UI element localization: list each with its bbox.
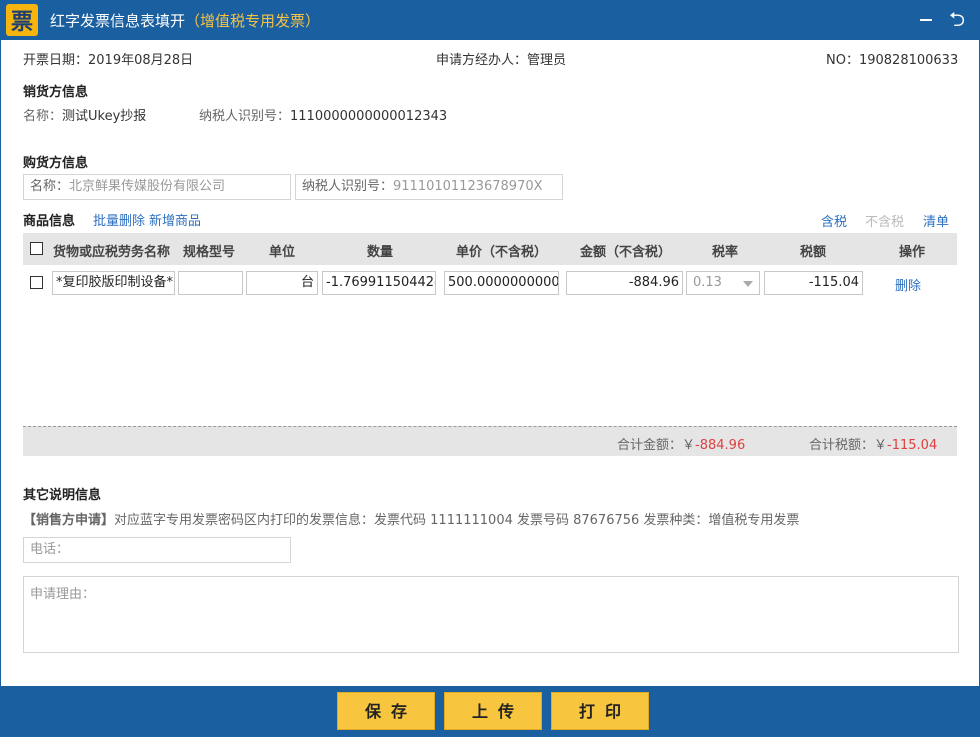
seller-name: 名称：测试Ukey抄报	[23, 105, 146, 124]
invoice-number: NO：190828100633	[826, 49, 958, 68]
window-title-main: 红字发票信息表填开	[50, 12, 186, 30]
application-note: 【销售方申请】对应蓝字专用发票密码区内打印的发票信息：发票代码 11111110…	[23, 509, 799, 528]
window-title: 红字发票信息表填开（增值税专用发票）	[50, 10, 320, 31]
tax-exclusive-toggle[interactable]: 不含税	[865, 211, 904, 230]
col-price: 单价（不含税）	[456, 245, 548, 260]
batch-delete-link[interactable]: 批量删除	[93, 210, 145, 229]
goods-section-title: 商品信息	[23, 214, 76, 229]
goods-table-header: 货物或应税劳务名称 规格型号 单位 数量 单价（不含税） 金额（不含税） 税率 …	[23, 233, 957, 265]
tax-inclusive-toggle[interactable]: 含税	[821, 211, 847, 230]
seller-tax-label: 纳税人识别号：	[199, 109, 291, 124]
add-item-link[interactable]: 新增商品	[149, 210, 201, 229]
item-unit-input[interactable]: 台	[246, 271, 318, 295]
tax-rate-select[interactable]: 0.13	[686, 271, 760, 295]
buyer-name-value: 北京鲜果传媒股份有限公司	[69, 179, 226, 194]
print-button[interactable]: 打印	[551, 692, 649, 730]
total-tax: 合计税额：￥-115.04	[809, 434, 937, 453]
buyer-tax-label: 纳税人识别号：	[302, 179, 394, 194]
col-spec: 规格型号	[183, 245, 236, 260]
application-note-tag: 【销售方申请】	[23, 513, 115, 528]
seller-section-title: 销货方信息	[23, 85, 89, 100]
applicant-agent-value: 管理员	[527, 53, 567, 68]
phone-input[interactable]: 电话：	[23, 537, 291, 563]
invoice-logo-icon: 票	[6, 4, 38, 36]
row-checkbox[interactable]	[30, 276, 43, 289]
item-tax-input[interactable]: -115.04	[764, 271, 863, 295]
col-name: 货物或应税劳务名称	[53, 245, 171, 260]
delete-row-link[interactable]: 删除	[895, 275, 921, 294]
buyer-name-label: 名称：	[30, 179, 70, 194]
col-tax: 税额	[800, 245, 827, 260]
item-quantity-input[interactable]: -1.769911504424	[322, 271, 436, 295]
title-bar: 票 红字发票信息表填开（增值税专用发票） ⮌	[0, 0, 980, 40]
seller-tax-value: 1110000000000012343	[290, 109, 448, 124]
total-tax-currency: ￥	[874, 438, 888, 453]
seller-tax-id: 纳税人识别号：1110000000000012343	[199, 105, 447, 124]
select-all-checkbox[interactable]	[30, 242, 43, 255]
reason-textarea[interactable]: 申请理由：	[23, 576, 959, 653]
invoice-date-value: 2019年08月28日	[88, 53, 194, 68]
col-amount: 金额（不含税）	[580, 245, 672, 260]
minimize-icon[interactable]	[916, 8, 936, 30]
window-title-sub: （增值税专用发票）	[185, 12, 321, 30]
tax-rate-value: 0.13	[693, 275, 722, 290]
item-list-link[interactable]: 清单	[923, 211, 949, 230]
total-amount: 合计金额：￥-884.96	[617, 434, 745, 453]
invoice-date-label: 开票日期：	[23, 53, 89, 68]
invoice-number-value: 190828100633	[858, 53, 959, 68]
footer-bar: 保存 上传 打印	[0, 686, 980, 737]
buyer-tax-value: 91110101123678970X	[393, 179, 543, 194]
back-icon[interactable]: ⮌	[944, 6, 970, 32]
buyer-tax-field[interactable]: 纳税人识别号：91110101123678970X	[295, 174, 563, 200]
item-name-input[interactable]: *复印胶版印制设备*	[52, 271, 175, 295]
col-rate: 税率	[712, 245, 739, 260]
totals-bar: 合计金额：￥-884.96 合计税额：￥-115.04	[23, 426, 957, 456]
upload-button[interactable]: 上传	[444, 692, 542, 730]
col-action: 操作	[899, 245, 926, 260]
buyer-name-field[interactable]: 名称：北京鲜果传媒股份有限公司	[23, 174, 291, 200]
chevron-down-icon	[743, 281, 753, 287]
applicant-agent-label: 申请方经办人：	[436, 53, 528, 68]
applicant-agent: 申请方经办人：管理员	[436, 49, 566, 68]
item-spec-input[interactable]	[178, 271, 243, 295]
item-amount-input[interactable]: -884.96	[566, 271, 683, 295]
other-section-title: 其它说明信息	[23, 488, 102, 503]
total-tax-label: 合计税额：	[809, 438, 875, 453]
application-note-text: 对应蓝字专用发票密码区内打印的发票信息：发票代码 1111111004 发票号码…	[114, 513, 800, 528]
invoice-number-label: NO：	[826, 53, 859, 68]
total-amount-label: 合计金额：	[617, 438, 683, 453]
total-amount-value: -884.96	[695, 438, 746, 453]
invoice-date: 开票日期：2019年08月28日	[23, 49, 193, 68]
buyer-section-title: 购货方信息	[23, 156, 89, 171]
total-amount-currency: ￥	[682, 438, 696, 453]
save-button[interactable]: 保存	[337, 692, 435, 730]
col-unit: 单位	[269, 245, 296, 260]
seller-name-label: 名称：	[23, 109, 63, 124]
seller-name-value: 测试Ukey抄报	[62, 109, 147, 124]
col-quantity: 数量	[367, 245, 394, 260]
total-tax-value: -115.04	[887, 438, 938, 453]
item-price-input[interactable]: 500.000000000000	[444, 271, 559, 295]
